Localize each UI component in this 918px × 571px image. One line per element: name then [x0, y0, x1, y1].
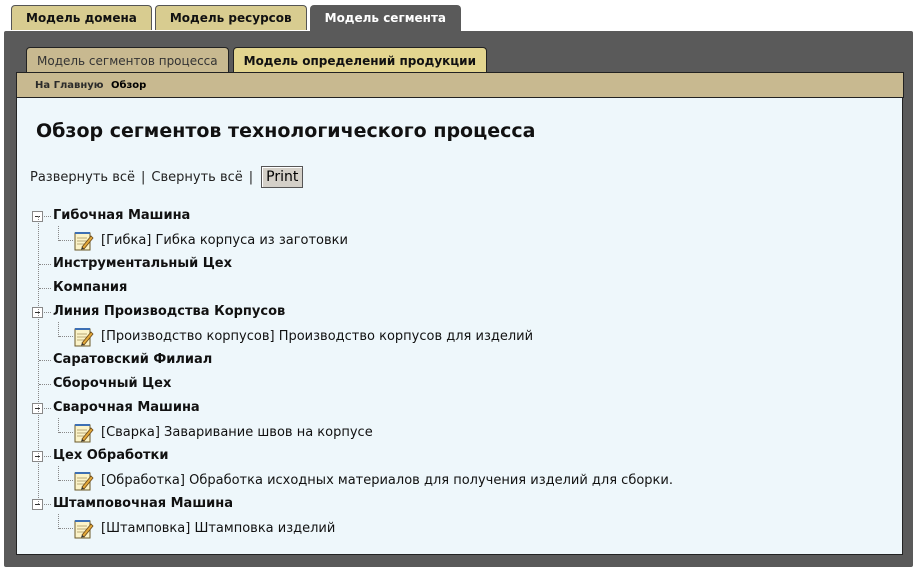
- tree-leaf: [Штамповка] Штамповка изделий: [30, 514, 890, 542]
- tree-node-label[interactable]: Инструментальный Цех: [53, 256, 232, 271]
- tab-segment-model[interactable]: Модель сегмента: [309, 5, 462, 33]
- notepad-pencil-icon[interactable]: [73, 470, 95, 492]
- notepad-pencil-icon[interactable]: [73, 422, 95, 444]
- tree-leaf-label[interactable]: [Гибка] Гибка корпуса из заготовки: [101, 233, 348, 248]
- tree-node: Гибочная Машина: [30, 206, 890, 230]
- tree-connector: [39, 360, 51, 361]
- tree-actions: Развернуть всё | Свернуть всё | Print: [30, 166, 304, 188]
- tree-connector: [39, 384, 51, 385]
- tree-leaf: [Производство корпусов] Производство кор…: [30, 322, 890, 350]
- tree-node-label[interactable]: Компания: [53, 280, 127, 295]
- tree-node: Саратовский Филиал: [30, 350, 890, 374]
- tree-connector: [58, 466, 59, 481]
- tree-connector: [39, 288, 51, 289]
- tree-connector: [59, 336, 73, 337]
- tree-connector: [59, 432, 73, 433]
- tree-node-label[interactable]: Линия Производства Корпусов: [53, 304, 285, 319]
- tree-trunk: [38, 216, 39, 504]
- expand-all-link[interactable]: Развернуть всё: [30, 170, 135, 185]
- tree-leaf-label[interactable]: [Обработка] Обработка исходных материало…: [101, 473, 673, 488]
- tree-leaf-label[interactable]: [Сварка] Заваривание швов на корпусе: [101, 425, 373, 440]
- content-panel: Обзор сегментов технологического процесс…: [16, 97, 903, 555]
- breadcrumb: На Главную Обзор: [16, 72, 904, 98]
- tree-node-label[interactable]: Сварочная Машина: [53, 400, 200, 415]
- sub-tab-bar: Модель сегментов процесса Модель определ…: [26, 47, 487, 73]
- tree-node-label[interactable]: Гибочная Машина: [53, 208, 190, 223]
- tree-node: Линия Производства Корпусов: [30, 302, 890, 326]
- tree-connector: [39, 264, 51, 265]
- tree-connector: [58, 226, 59, 241]
- tree-node-label[interactable]: Сборочный Цех: [53, 376, 171, 391]
- action-separator: |: [141, 169, 146, 185]
- tree-connector: [58, 418, 59, 433]
- tree-leaf: [Обработка] Обработка исходных материало…: [30, 466, 890, 494]
- notepad-pencil-icon[interactable]: [73, 230, 95, 252]
- page-title: Обзор сегментов технологического процесс…: [36, 120, 536, 142]
- notepad-pencil-icon[interactable]: [73, 326, 95, 348]
- tree-node-label[interactable]: Цех Обработки: [53, 448, 168, 463]
- tree-node: Штамповочная Машина: [30, 494, 890, 518]
- tree-connector: [58, 514, 59, 529]
- tree-leaf: [Гибка] Гибка корпуса из заготовки: [30, 226, 890, 254]
- tree-leaf-label[interactable]: [Производство корпусов] Производство кор…: [101, 329, 533, 344]
- tree-node: Сварочная Машина: [30, 398, 890, 422]
- segment-tree: Гибочная Машина [Гибка] Гибка корпуса из …: [30, 206, 890, 542]
- tab-domain-model[interactable]: Модель домена: [11, 5, 152, 30]
- tree-node: Инструментальный Цех: [30, 254, 890, 278]
- tab-product-definition-model[interactable]: Модель определений продукции: [232, 47, 487, 72]
- notepad-pencil-icon[interactable]: [73, 518, 95, 540]
- tree-node: Компания: [30, 278, 890, 302]
- tree-connector: [59, 480, 73, 481]
- breadcrumb-home-link[interactable]: На Главную: [35, 80, 104, 91]
- tree-node-label[interactable]: Штамповочная Машина: [53, 496, 233, 511]
- tree-leaf: [Сварка] Заваривание швов на корпусе: [30, 418, 890, 446]
- top-tab-bar: Модель домена Модель ресурсов Модель сег…: [11, 5, 462, 33]
- tree-node: Сборочный Цех: [30, 374, 890, 398]
- tree-connector: [58, 322, 59, 337]
- collapse-all-link[interactable]: Свернуть всё: [151, 170, 242, 185]
- tree-node-label[interactable]: Саратовский Филиал: [53, 352, 212, 367]
- tree-connector: [59, 240, 73, 241]
- tab-resource-model[interactable]: Модель ресурсов: [154, 5, 307, 30]
- breadcrumb-current: Обзор: [111, 80, 147, 91]
- tree-node: Цех Обработки: [30, 446, 890, 470]
- print-button[interactable]: Print: [261, 166, 304, 188]
- tab-process-segment-model[interactable]: Модель сегментов процесса: [26, 47, 229, 73]
- tree-connector: [59, 528, 73, 529]
- action-separator: |: [248, 169, 254, 185]
- tree-leaf-label[interactable]: [Штамповка] Штамповка изделий: [101, 521, 335, 536]
